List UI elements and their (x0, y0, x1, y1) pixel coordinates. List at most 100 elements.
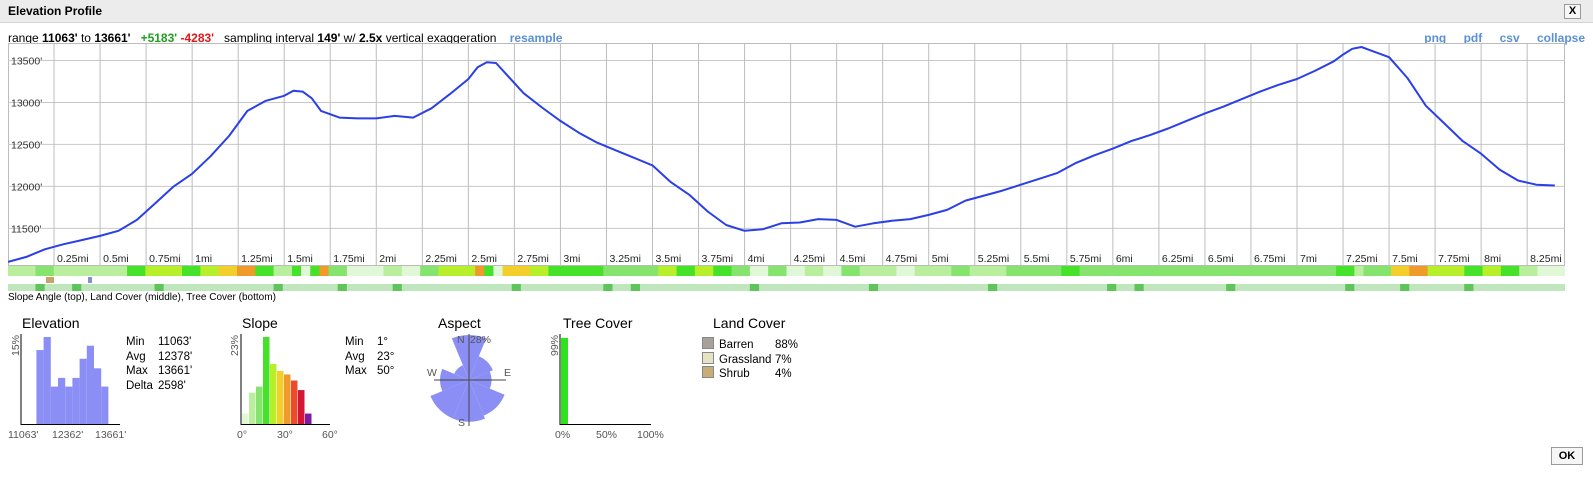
slope-strip-cell (997, 266, 1007, 276)
land-cover-strip-cell (182, 276, 192, 283)
slope-strip-cell (1079, 266, 1090, 276)
slope-strip-cell (1418, 266, 1429, 276)
x-tick-label: 3.5mi (655, 253, 681, 265)
land-cover-strip-cell (99, 276, 110, 283)
tree-cover-strip-cell (933, 284, 943, 291)
land-cover-strip-cell (951, 276, 962, 283)
tree-cover-strip-cell (777, 284, 788, 291)
slope-strip-cell (813, 266, 824, 276)
land-cover-mark (46, 277, 50, 283)
tree-cover-strip-cell (53, 284, 64, 291)
land-cover-strip-cell (685, 276, 696, 283)
x-tick-label: 2.5mi (471, 253, 497, 265)
ok-button[interactable]: OK (1551, 447, 1583, 465)
land-cover-strip-cell (1436, 276, 1447, 283)
land-cover-strip-cell (154, 276, 165, 283)
slope-strip-cell (136, 266, 146, 276)
land-cover-strip-cell (649, 276, 659, 283)
tree-cover-strip-cell (1528, 284, 1539, 291)
slope-strip-cell (1180, 266, 1191, 276)
slope-strip-cell (1400, 266, 1410, 276)
tree-cover-strip-cell (502, 284, 513, 291)
hist-bar (50, 386, 58, 424)
slope-strip-cell (511, 266, 522, 276)
tree-cover-strip-cell (1125, 284, 1136, 291)
land-cover-strip-cell (960, 276, 971, 283)
tree-cover-strip-cell (392, 284, 403, 291)
x-tick-label: 0.5mi (103, 253, 129, 265)
tree-cover-strip-cell (520, 284, 531, 291)
slope-strip-cell (1198, 266, 1209, 276)
land-cover-strip-cell (365, 276, 375, 283)
x-tick-label: 7.25mi (1346, 253, 1378, 265)
elevation-x-min: 11063' (8, 429, 39, 441)
land-cover-swatch (702, 337, 714, 349)
slope-strip-cell (960, 266, 971, 276)
slope-strip-cell (90, 266, 101, 276)
slope-strip-cell (200, 266, 211, 276)
slope-strip-cell (1244, 266, 1255, 276)
slope-strip-cell (841, 266, 852, 276)
tree-cover-strip-cell (301, 284, 311, 291)
slope-strip-cell (804, 266, 815, 276)
slope-strip-cell (1216, 266, 1227, 276)
tree-cover-strip-cell (273, 284, 284, 291)
tree-cover-strip-cell (1079, 284, 1090, 291)
land-cover-strip-cell (136, 276, 146, 283)
slope-strip-cell (777, 266, 788, 276)
land-cover-strip-cell (145, 276, 156, 283)
land-cover-strip-cell (172, 276, 183, 283)
x-tick-label: 7mi (1300, 253, 1317, 265)
slope-strip-cell (337, 266, 348, 276)
land-cover-strip-cell (246, 276, 256, 283)
tree-cover-strip-cell (1281, 284, 1291, 291)
hist-bar (284, 374, 291, 424)
tree-cover-strip-cell (1500, 284, 1511, 291)
land-cover-strip-cell (594, 276, 604, 283)
tree-cover-strip-cell (127, 284, 137, 291)
close-button[interactable]: X (1564, 4, 1581, 19)
aspect-south-label: S (458, 417, 465, 429)
stat-value: 2598' (158, 379, 186, 392)
tree-cover-strip-cell (658, 284, 669, 291)
slope-title: Slope (242, 315, 278, 331)
land-cover-strip-cell (777, 276, 788, 283)
tree-cover-strip-cell (154, 284, 165, 291)
land-cover-name: Grassland (719, 353, 772, 366)
tree-cover-strip-cell (942, 284, 952, 291)
slope-x-30: 30° (277, 429, 293, 441)
land-cover-strip-cell (356, 276, 366, 283)
y-tick-label: 12500' (11, 139, 42, 151)
slope-strip-cell (346, 266, 357, 276)
slope-strip-cell (868, 266, 879, 276)
tree-cover-strip-cell (749, 284, 760, 291)
x-tick-label: 0.25mi (57, 253, 89, 265)
slope-strip-cell (246, 266, 256, 276)
land-cover-strip-cell (621, 276, 632, 283)
slope-strip-cell (923, 266, 934, 276)
tree-cover-strip-cell (1409, 284, 1420, 291)
slope-strip-cell (1143, 266, 1154, 276)
x-tick-label: 2.25mi (425, 253, 457, 265)
tree-cover-strip-cell (1372, 284, 1383, 291)
tree-cover-strip-cell (475, 284, 485, 291)
slope-strip-cell (1281, 266, 1291, 276)
land-cover-strip-cell (1482, 276, 1493, 283)
tree-cover-strip-cell (282, 284, 293, 291)
land-cover-strip-cell (1033, 276, 1044, 283)
land-cover-strip-cell (319, 276, 330, 283)
slope-strip-cell (319, 266, 330, 276)
tree-cover-strip-cell (1555, 284, 1565, 291)
tree-cover-strip-cell (1290, 284, 1300, 291)
tree-cover-title: Tree Cover (563, 315, 633, 331)
tree-cover-strip-cell (841, 284, 852, 291)
slope-strip-cell (236, 266, 247, 276)
tree-cover-strip-cell (72, 284, 82, 291)
slope-strip-cell (731, 266, 742, 276)
hist-bar (65, 386, 73, 424)
y-tick-label: 13500' (11, 56, 42, 68)
land-cover-strip-cell (1363, 276, 1374, 283)
stat-value: 13661' (158, 365, 193, 377)
land-cover-strip-cell (502, 276, 513, 283)
slope-strip-cell (1363, 266, 1374, 276)
